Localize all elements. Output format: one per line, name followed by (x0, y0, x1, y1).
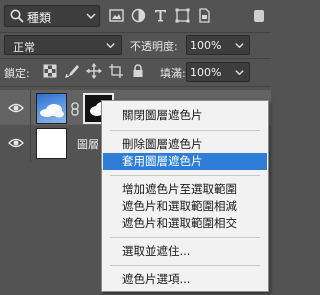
cloud-icon (40, 104, 64, 118)
menu-item-delete-layer-mask[interactable]: 刪除圖層遮色片 (103, 136, 267, 153)
chevron-down-icon[interactable] (234, 67, 245, 78)
chevron-down-icon (106, 43, 115, 49)
lock-image-pixels-icon[interactable] (64, 63, 80, 79)
context-menu: 關閉圖層遮色片 刪除圖層遮色片 套用圖層遮色片 增加遮色片至選取範圍 遮色片和選… (101, 100, 269, 292)
divider (0, 86, 271, 87)
layer-thumbnail[interactable] (36, 128, 67, 159)
lock-position-icon[interactable] (86, 63, 102, 79)
shape-layer-filter-icon[interactable] (174, 7, 191, 24)
menu-item-mask-options[interactable]: 遮色片選項... (103, 271, 267, 288)
menu-item-intersect-mask-with-selection[interactable]: 遮色片和選取範圍相交 (103, 215, 267, 232)
layer-name[interactable]: 圖層 (77, 136, 99, 152)
menu-item-subtract-mask-from-selection[interactable]: 遮色片和選取範圍相減 (103, 198, 267, 215)
lock-all-icon[interactable] (130, 63, 146, 79)
blend-mode-label: 正常 (13, 41, 35, 54)
menu-item-apply-layer-mask[interactable]: 套用圖層遮色片 (103, 153, 267, 170)
lock-transparent-pixels-icon[interactable] (42, 63, 58, 79)
opacity-value: 100% (190, 39, 222, 52)
menu-separator (110, 237, 260, 238)
pixel-layer-filter-icon[interactable] (108, 7, 125, 24)
divider (30, 90, 31, 127)
chevron-down-icon[interactable] (234, 40, 245, 51)
chevron-down-icon (86, 13, 96, 20)
search-icon (10, 9, 24, 23)
lock-artboard-icon[interactable] (108, 63, 124, 79)
menu-item-add-mask-to-selection[interactable]: 增加遮色片至選取範圍 (103, 181, 267, 198)
filter-bar: 種類 (0, 0, 271, 34)
divider (0, 32, 271, 33)
lock-label: 鎖定: (4, 67, 30, 80)
eye-icon[interactable] (8, 137, 24, 149)
type-layer-filter-icon[interactable] (152, 7, 169, 24)
layers-panel: 種類 正常 不透明度: 100% 鎖定: 填滿: 100% 圖層 關閉圖層遮色片… (0, 0, 271, 295)
blend-mode-dropdown[interactable]: 正常 (4, 35, 122, 55)
menu-separator (110, 130, 260, 131)
adjustment-layer-filter-icon[interactable] (130, 7, 147, 24)
opacity-label: 不透明度: (130, 40, 178, 53)
menu-item-select-and-mask[interactable]: 選取並遮住... (103, 243, 267, 260)
smart-object-filter-icon[interactable] (196, 7, 213, 24)
link-icon[interactable] (70, 102, 80, 116)
eye-icon[interactable] (8, 102, 24, 114)
divider (30, 125, 31, 162)
fill-input[interactable]: 100% (186, 62, 250, 82)
layer-thumbnail[interactable] (36, 93, 67, 124)
filter-toggle-switch[interactable] (254, 10, 264, 22)
filter-kind-label: 種類 (27, 11, 52, 25)
filter-kind-dropdown[interactable]: 種類 (4, 5, 100, 27)
fill-label: 填滿: (160, 67, 186, 80)
menu-separator (110, 175, 260, 176)
opacity-input[interactable]: 100% (186, 35, 250, 55)
menu-separator (110, 265, 260, 266)
fill-value: 100% (190, 66, 222, 79)
divider (0, 58, 271, 59)
menu-item-disable-layer-mask[interactable]: 關閉圖層遮色片 (103, 107, 267, 124)
